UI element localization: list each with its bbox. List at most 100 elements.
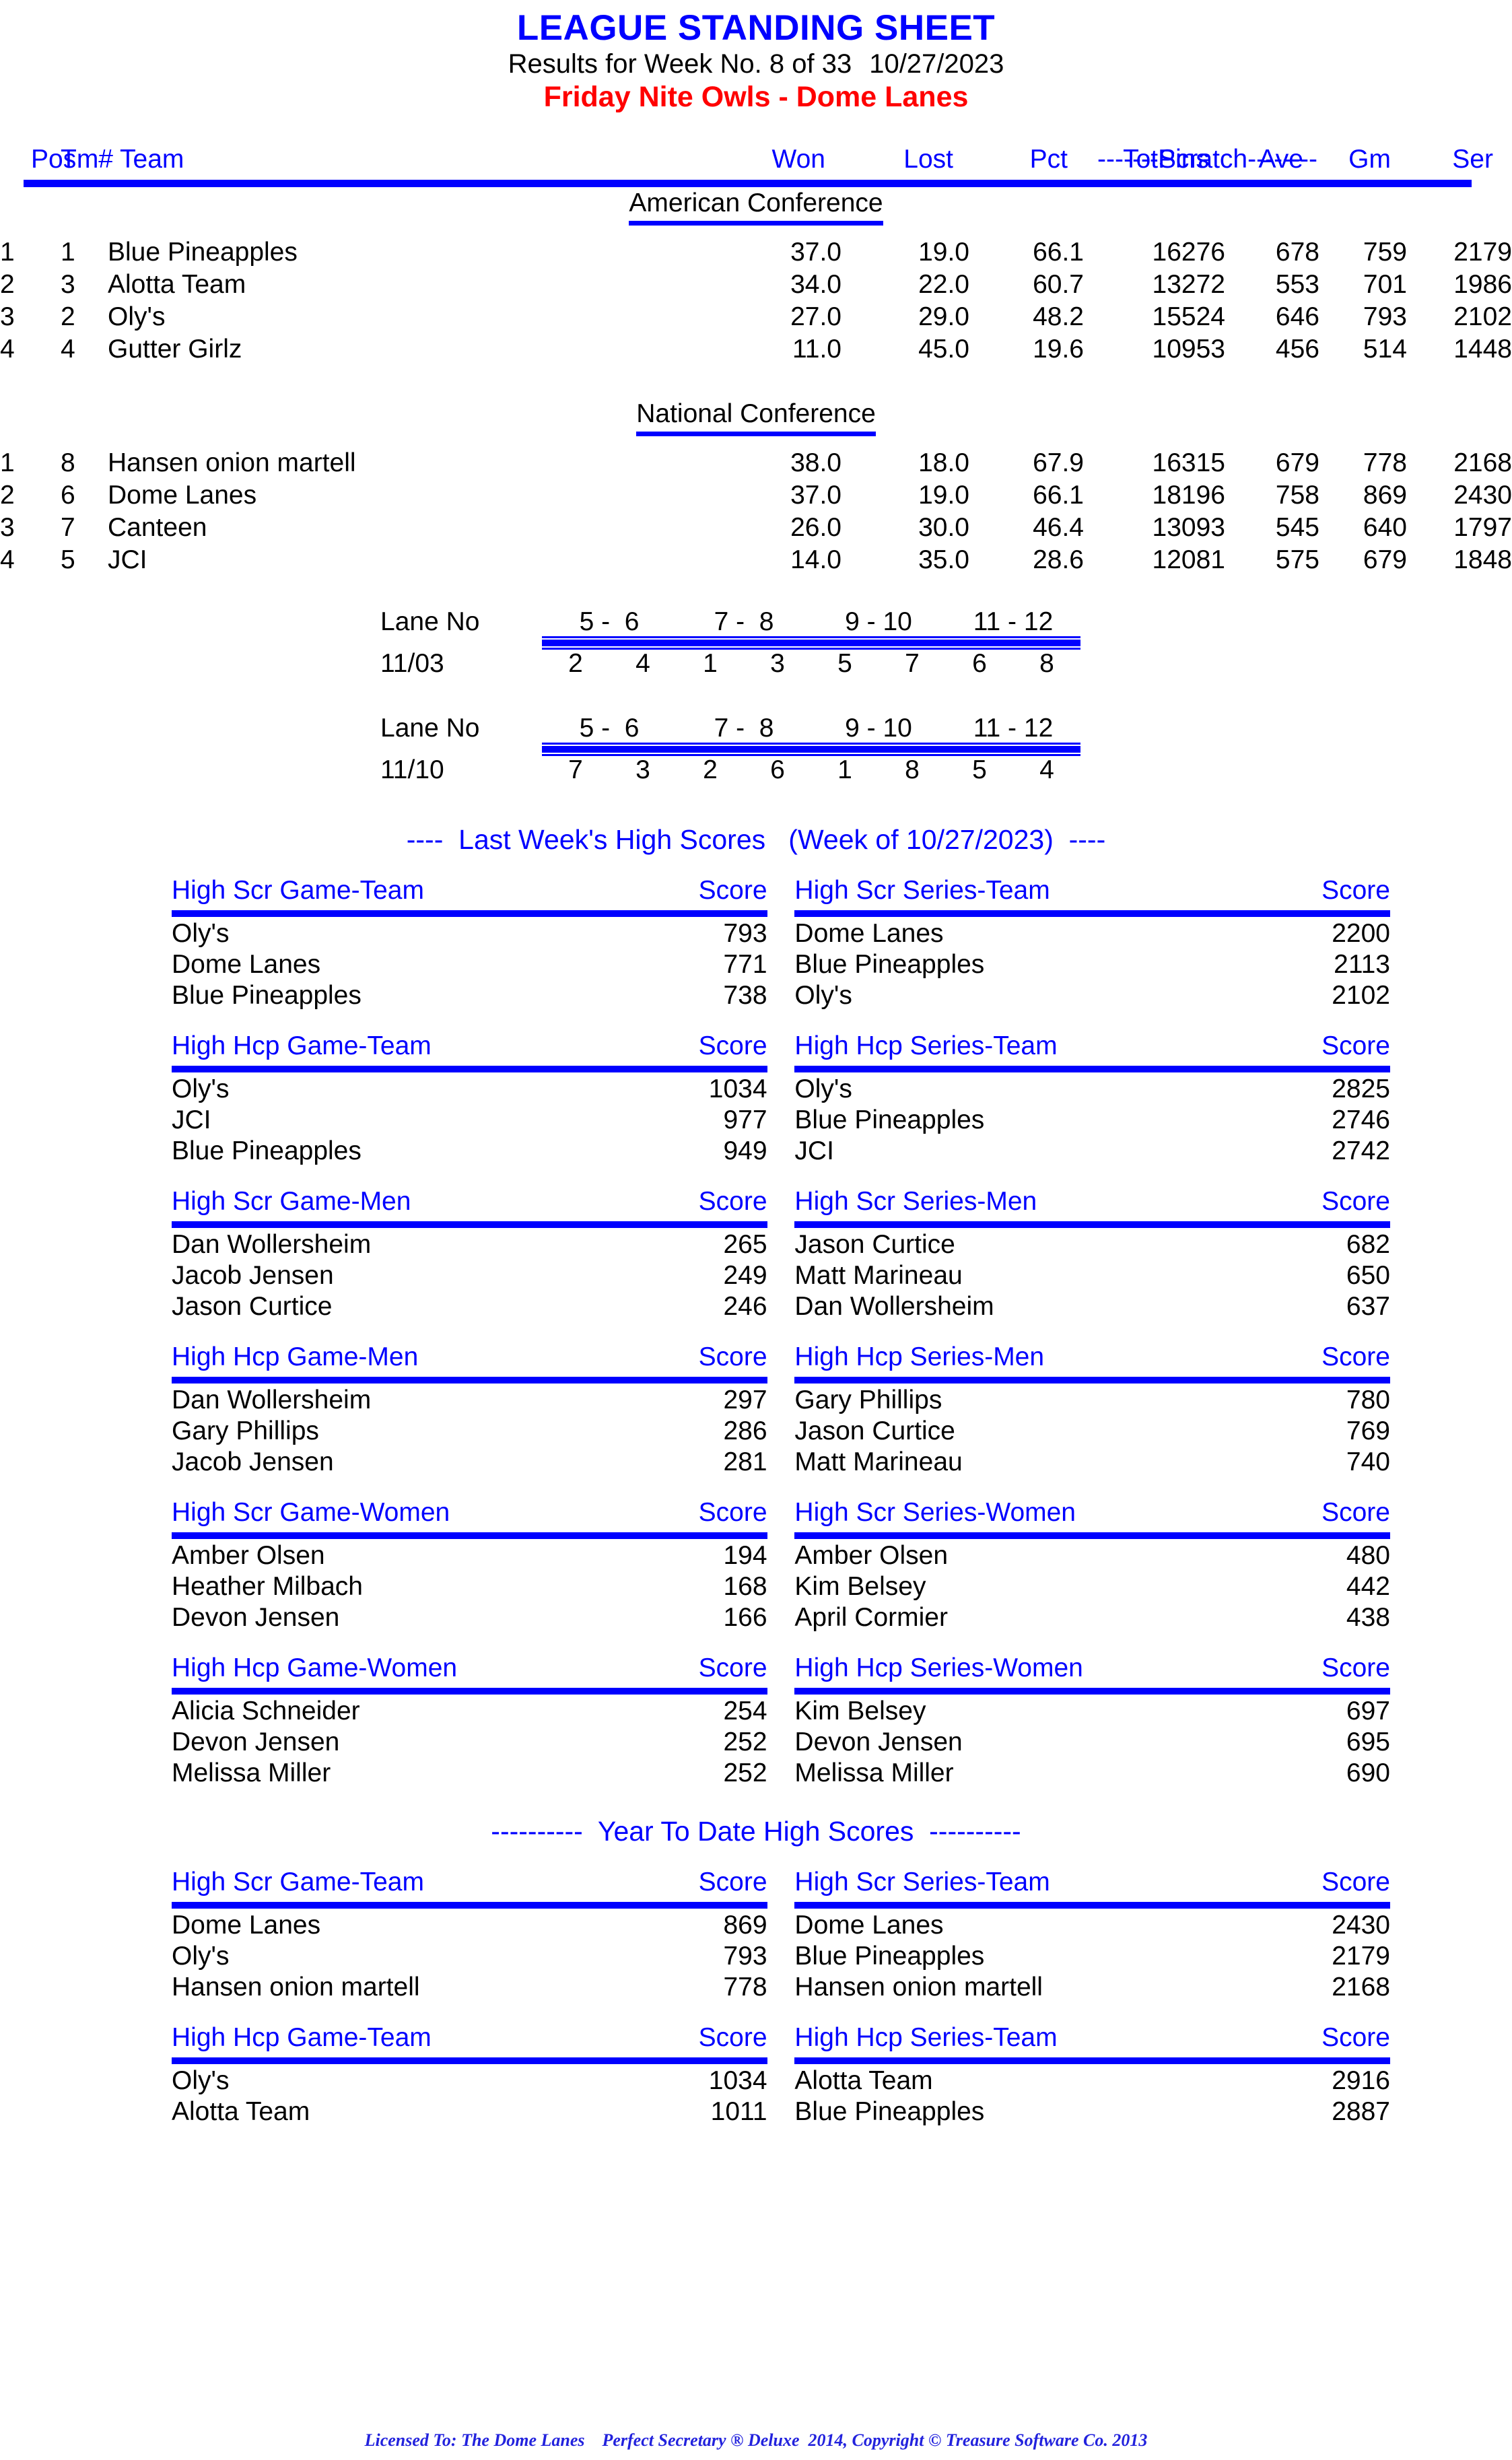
standing-ave: 646 [1275, 302, 1319, 332]
standing-totpins: 16315 [1152, 448, 1225, 478]
high-score-value-right: 682 [1346, 1230, 1390, 1260]
high-score-name-right: Blue Pineapples [794, 950, 985, 980]
high-score-name-right: Devon Jensen [794, 1728, 963, 1757]
high-score-header-row: High Scr Game-Women Score High Scr Series-… [172, 1498, 1390, 1531]
standing-ser: 2430 [1453, 481, 1512, 510]
high-score-value-right: 442 [1346, 1572, 1390, 1602]
high-score-group: High Scr Game-Team Score High Scr Series-T… [0, 1868, 1512, 2003]
standing-team-name: Blue Pineapples [108, 238, 298, 267]
standing-lost: 45.0 [918, 335, 969, 364]
high-score-value-left: 1011 [710, 2097, 767, 2127]
score-column-header-right: Score [1321, 1342, 1390, 1372]
high-score-row: Oly's 793 Blue Pineapples 2179 [172, 1941, 1390, 1972]
high-score-name-right: Gary Phillips [794, 1386, 942, 1415]
high-score-row: Dome Lanes 869 Dome Lanes 2430 [172, 1910, 1390, 1941]
high-score-category-left: High Hcp Game-Team [172, 2023, 432, 2053]
high-score-name-left: Blue Pineapples [172, 1136, 362, 1166]
high-score-name-left: Oly's [172, 2066, 230, 2096]
standing-pos: 4 [0, 335, 15, 364]
high-score-row: Gary Phillips 286 Jason Curtice 769 [172, 1416, 1390, 1447]
high-score-category-left: High Hcp Game-Men [172, 1342, 419, 1372]
high-score-value-left: 869 [723, 1911, 767, 1940]
standing-ser: 1986 [1453, 270, 1512, 300]
standing-ser: 2168 [1453, 448, 1512, 478]
lane-pair: 9 - 10 [845, 607, 912, 637]
high-score-value-right: 740 [1346, 1447, 1390, 1477]
lane-week-gap [380, 680, 1080, 712]
high-score-divider-right-cell [794, 1064, 1390, 1074]
high-score-divider-left [172, 910, 767, 918]
results-week-text: Results for Week No. 8 of 33 [508, 48, 852, 79]
column-header-pos: Pos [31, 145, 77, 174]
high-score-name-left: Dan Wollersheim [172, 1386, 372, 1415]
standing-lost: 19.0 [918, 238, 969, 267]
high-score-value-left: 254 [723, 1697, 767, 1726]
high-score-value-left: 778 [723, 1973, 767, 2002]
high-score-divider-left-cell [172, 1220, 767, 1229]
high-score-value-right: 650 [1346, 1261, 1390, 1291]
high-score-divider-left [172, 1688, 767, 1695]
standing-pos: 4 [0, 545, 15, 575]
conference-header-row: American Conference [0, 187, 1512, 227]
high-score-value-right: 695 [1346, 1728, 1390, 1757]
high-score-name-right: Jason Curtice [794, 1416, 955, 1446]
high-score-row-gap [767, 1727, 795, 1758]
standing-totpins: 13272 [1152, 270, 1225, 300]
high-score-value-left: 168 [723, 1572, 767, 1602]
high-score-name-left: Heather Milbach [172, 1572, 363, 1602]
standing-team-name: Gutter Girlz [108, 335, 242, 364]
high-score-row: Jacob Jensen 281 Matt Marineau 740 [172, 1447, 1390, 1478]
high-score-row-gap [767, 1105, 795, 1136]
high-score-row: Alotta Team 1011 Blue Pineapples 2887 [172, 2096, 1390, 2127]
high-score-divider-left [172, 2057, 767, 2065]
high-score-name-right: April Cormier [794, 1603, 948, 1633]
high-score-divider-left-cell [172, 1375, 767, 1385]
high-score-row: Melissa Miller 252 Melissa Miller 690 [172, 1758, 1390, 1789]
high-score-divider-right [794, 1902, 1390, 1909]
lane-team-number: 6 [972, 649, 987, 679]
high-score-header-row: High Scr Game-Men Score High Scr Series-Me… [172, 1187, 1390, 1220]
high-score-column-gap [767, 1653, 795, 1686]
high-score-divider-row [172, 909, 1390, 918]
high-score-row-gap [767, 1447, 795, 1478]
high-score-name-right: Dan Wollersheim [794, 1292, 994, 1322]
high-score-divider-right [794, 1377, 1390, 1384]
high-score-divider-row [172, 1064, 1390, 1074]
standing-pct: 46.4 [1033, 513, 1084, 543]
standing-gm: 778 [1363, 448, 1407, 478]
year-to-date-high-scores: High Scr Game-Team Score High Scr Series-T… [0, 1868, 1512, 2127]
high-score-row-gap [767, 1074, 795, 1105]
lane-team-number: 1 [837, 755, 852, 785]
lane-no-label: Lane No [380, 714, 480, 743]
score-column-header-right: Score [1321, 2023, 1390, 2053]
standing-ave: 678 [1275, 238, 1319, 267]
high-score-category-right: High Scr Series-Men [794, 1187, 1037, 1217]
standing-team-number: 5 [61, 545, 75, 575]
column-header-team: Team [120, 145, 184, 174]
high-score-divider-right [794, 1688, 1390, 1695]
high-score-table: High Scr Game-Men Score High Scr Series-Me… [172, 1187, 1390, 1322]
high-score-divider-left-cell [172, 1531, 767, 1540]
high-score-row: Alicia Schneider 254 Kim Belsey 697 [172, 1696, 1390, 1727]
score-column-header-right: Score [1321, 1498, 1390, 1528]
high-score-category-left: High Hcp Game-Women [172, 1653, 458, 1683]
lane-team-number: 6 [770, 755, 785, 785]
high-score-group: High Scr Game-Women Score High Scr Series-… [0, 1498, 1512, 1633]
lane-team-number: 8 [905, 755, 920, 785]
high-score-name-right: Matt Marineau [794, 1261, 963, 1291]
high-score-name-right: Oly's [794, 1074, 852, 1104]
high-score-divider-left [172, 1221, 767, 1229]
high-score-value-right: 2102 [1332, 981, 1390, 1011]
high-score-category-left: High Scr Game-Team [172, 876, 424, 906]
high-score-header-row: High Scr Game-Team Score High Scr Series-T… [172, 876, 1390, 909]
high-score-name-right: JCI [794, 1136, 834, 1166]
standing-team-name: Hansen onion martell [108, 448, 356, 478]
high-score-row-gap [767, 2096, 795, 2127]
high-score-name-left: Jason Curtice [172, 1292, 333, 1322]
standing-gm: 869 [1363, 481, 1407, 510]
high-score-value-left: 793 [723, 919, 767, 949]
high-score-row-gap [767, 1758, 795, 1789]
column-header-tm: Tm# [61, 145, 113, 174]
standing-pct: 28.6 [1033, 545, 1084, 575]
high-score-category-right: High Hcp Series-Team [794, 1031, 1058, 1061]
